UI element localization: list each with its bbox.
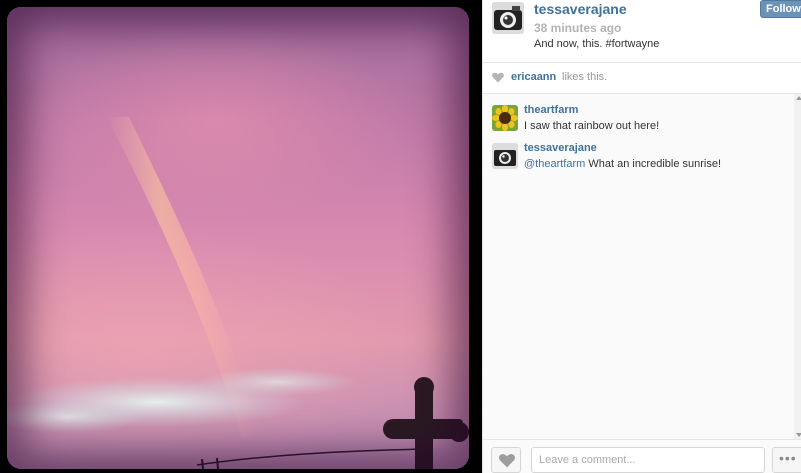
heart-icon bbox=[492, 72, 504, 83]
likes-row: ericaann likes this. bbox=[483, 62, 801, 94]
post-caption: And now, this. #fortwayne bbox=[534, 38, 660, 50]
post-photo[interactable] bbox=[7, 7, 469, 469]
scroll-down-arrow-icon[interactable] bbox=[796, 433, 801, 437]
comment-text: I saw that rainbow out here! bbox=[524, 120, 660, 132]
comment-username[interactable]: tessaverajane bbox=[524, 142, 597, 154]
comment-item: theartfarm I saw that rainbow out here! bbox=[483, 98, 794, 134]
comments-scrollbar[interactable] bbox=[794, 94, 801, 439]
follow-button[interactable]: Follow bbox=[760, 0, 801, 18]
comment-item: tessaverajane @theartfarm What an incred… bbox=[483, 136, 794, 172]
comment-footer: ••• bbox=[483, 439, 801, 473]
owner-username[interactable]: tessaverajane bbox=[534, 1, 627, 17]
photo-panel bbox=[0, 0, 482, 473]
comment-username[interactable]: theartfarm bbox=[524, 104, 578, 116]
post-timestamp[interactable]: 38 minutes ago bbox=[534, 21, 621, 35]
commenter-avatar[interactable] bbox=[492, 105, 518, 131]
comments-list: theartfarm I saw that rainbow out here! … bbox=[483, 94, 794, 439]
likes-text: likes this. bbox=[562, 71, 608, 83]
comment-input[interactable] bbox=[531, 447, 765, 473]
camera-avatar-icon bbox=[492, 143, 518, 169]
post-sidebar: tessaverajane 38 minutes ago And now, th… bbox=[482, 0, 801, 473]
heart-icon bbox=[499, 454, 515, 468]
comment-body: What an incredible sunrise! bbox=[585, 158, 722, 170]
rainbow-sky-image bbox=[7, 117, 469, 469]
comment-text: @theartfarm What an incredible sunrise! bbox=[524, 158, 721, 170]
comment-mention[interactable]: @theartfarm bbox=[524, 158, 585, 170]
post-header: tessaverajane 38 minutes ago And now, th… bbox=[483, 0, 801, 62]
like-button[interactable] bbox=[491, 447, 521, 473]
camera-avatar-icon bbox=[492, 2, 524, 34]
liker-username[interactable]: ericaann bbox=[511, 71, 556, 83]
commenter-avatar[interactable] bbox=[492, 143, 518, 169]
owner-avatar[interactable] bbox=[492, 2, 524, 34]
scroll-up-arrow-icon[interactable] bbox=[796, 96, 801, 100]
sunflower-avatar-icon bbox=[492, 105, 518, 131]
more-options-button[interactable]: ••• bbox=[772, 447, 801, 473]
